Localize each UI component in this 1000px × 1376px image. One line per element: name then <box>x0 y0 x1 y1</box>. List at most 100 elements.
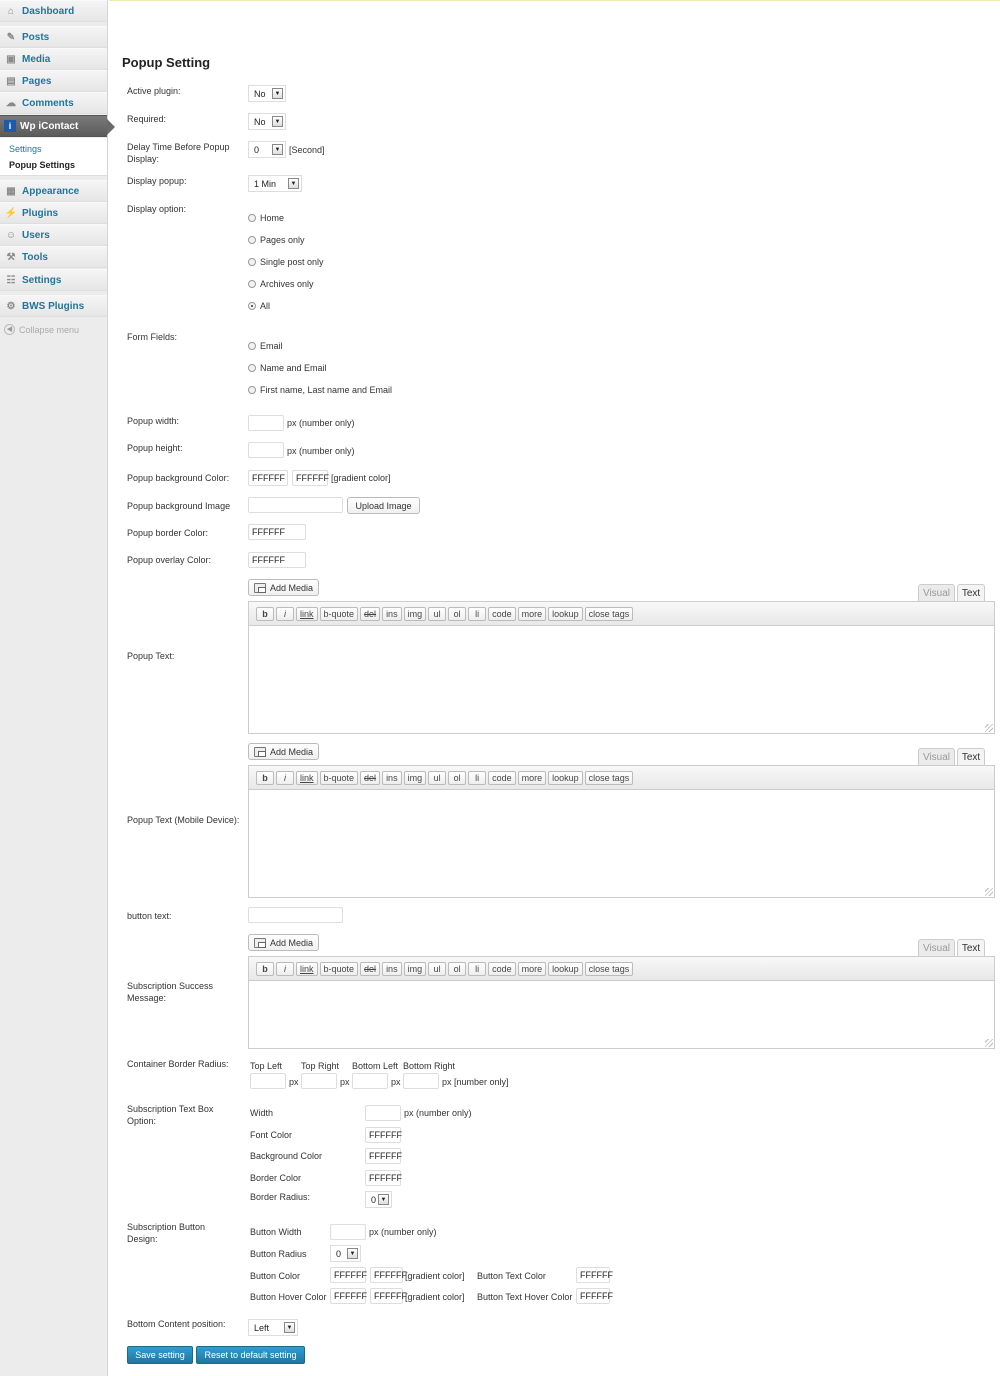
qt-bquote-button[interactable]: b-quote <box>319 770 359 785</box>
qt-bquote-button[interactable]: b-quote <box>319 606 359 621</box>
qt-more-button[interactable]: more <box>517 770 547 785</box>
qt-img-button[interactable]: img <box>403 606 427 621</box>
success-message-editor[interactable]: b i link b-quote del ins img ul ol li co… <box>248 956 995 1049</box>
button-color-input-1[interactable]: FFFFFF <box>330 1267 367 1283</box>
radio-name-and-email[interactable]: Name and Email <box>248 363 327 373</box>
collapse-menu[interactable]: ◀ Collapse menu <box>4 324 79 335</box>
upload-image-button[interactable]: Upload Image <box>347 497 420 514</box>
popup-height-input[interactable] <box>248 442 284 458</box>
border-color-input[interactable]: FFFFFF <box>248 524 306 540</box>
qt-li-button[interactable]: li <box>468 961 487 976</box>
resize-handle[interactable] <box>985 724 993 732</box>
textbox-width-input[interactable] <box>365 1105 401 1121</box>
button-text-input[interactable] <box>248 907 343 923</box>
add-media-button[interactable]: Add Media <box>248 934 319 951</box>
button-text-color-input[interactable]: FFFFFF <box>576 1267 613 1283</box>
qt-more-button[interactable]: more <box>517 961 547 976</box>
tab-visual[interactable]: Visual <box>918 584 955 601</box>
qt-link-button[interactable]: link <box>296 606 318 621</box>
sidebar-item-comments[interactable]: ☁ Comments <box>0 92 107 114</box>
sidebar-item-pages[interactable]: ▤ Pages <box>0 70 107 92</box>
add-media-button[interactable]: Add Media <box>248 743 319 760</box>
qt-ins-button[interactable]: ins <box>382 961 402 976</box>
qt-italic-button[interactable]: i <box>276 770 294 785</box>
qt-lookup-button[interactable]: lookup <box>548 606 583 621</box>
qt-ul-button[interactable]: ul <box>428 606 447 621</box>
save-setting-button[interactable]: Save setting <box>127 1346 193 1364</box>
tab-text[interactable]: Text <box>957 748 985 765</box>
button-width-input[interactable] <box>330 1224 366 1240</box>
sidebar-item-wp-icontact[interactable]: i Wp iContact <box>0 115 115 137</box>
qt-del-button[interactable]: del <box>360 770 381 785</box>
button-color-input-2[interactable]: FFFFFF <box>370 1267 407 1283</box>
button-hover-color-input-1[interactable]: FFFFFF <box>330 1288 367 1304</box>
reset-default-button[interactable]: Reset to default setting <box>196 1346 305 1364</box>
sidebar-item-settings[interactable]: ☷ Settings <box>0 269 107 291</box>
qt-bold-button[interactable]: b <box>256 961 274 976</box>
tab-visual[interactable]: Visual <box>918 748 955 765</box>
radio-all[interactable]: All <box>248 301 270 311</box>
radius-top-right-input[interactable] <box>301 1073 337 1089</box>
display-popup-select[interactable]: 1 Min ▼ <box>248 175 302 192</box>
tab-visual[interactable]: Visual <box>918 939 955 956</box>
qt-img-button[interactable]: img <box>403 770 427 785</box>
qt-del-button[interactable]: del <box>360 606 381 621</box>
textbox-border-color-input[interactable]: FFFFFF <box>365 1170 402 1186</box>
qt-italic-button[interactable]: i <box>276 961 294 976</box>
qt-ul-button[interactable]: ul <box>428 770 447 785</box>
qt-link-button[interactable]: link <box>296 961 318 976</box>
qt-italic-button[interactable]: i <box>276 606 294 621</box>
resize-handle[interactable] <box>985 888 993 896</box>
qt-ol-button[interactable]: ol <box>448 961 467 976</box>
submenu-popup-settings[interactable]: Popup Settings <box>0 157 107 173</box>
sidebar-item-plugins[interactable]: ⚡ Plugins <box>0 202 107 224</box>
required-select[interactable]: No ▼ <box>248 113 286 130</box>
radio-single-post-only[interactable]: Single post only <box>248 257 324 267</box>
textbox-font-color-input[interactable]: FFFFFF <box>365 1127 402 1143</box>
popup-width-input[interactable] <box>248 415 284 431</box>
qt-lookup-button[interactable]: lookup <box>548 961 583 976</box>
radio-home[interactable]: Home <box>248 213 284 223</box>
textbox-bg-color-input[interactable]: FFFFFF <box>365 1148 402 1164</box>
qt-bquote-button[interactable]: b-quote <box>319 961 359 976</box>
bg-color-input-1[interactable]: FFFFFF <box>248 470 288 486</box>
button-radius-select[interactable]: 0 ▼ <box>330 1245 361 1262</box>
qt-bold-button[interactable]: b <box>256 606 274 621</box>
textbox-border-radius-select[interactable]: 0 ▼ <box>365 1191 392 1208</box>
bottom-position-select[interactable]: Left ▼ <box>248 1319 298 1336</box>
qt-link-button[interactable]: link <box>296 770 318 785</box>
qt-lookup-button[interactable]: lookup <box>548 770 583 785</box>
sidebar-item-dashboard[interactable]: ⌂ Dashboard <box>0 0 107 22</box>
sidebar-item-media[interactable]: ▣ Media <box>0 48 107 70</box>
submenu-settings[interactable]: Settings <box>0 141 107 157</box>
radio-pages-only[interactable]: Pages only <box>248 235 305 245</box>
active-plugin-select[interactable]: No ▼ <box>248 85 286 102</box>
tab-text[interactable]: Text <box>957 584 985 601</box>
qt-code-button[interactable]: code <box>488 770 516 785</box>
qt-code-button[interactable]: code <box>488 606 516 621</box>
radius-bottom-left-input[interactable] <box>352 1073 388 1089</box>
sidebar-item-appearance[interactable]: ▦ Appearance <box>0 180 107 202</box>
add-media-button[interactable]: Add Media <box>248 579 319 596</box>
bg-image-input[interactable] <box>248 497 343 513</box>
qt-ol-button[interactable]: ol <box>448 606 467 621</box>
qt-close-tags-button[interactable]: close tags <box>584 961 634 976</box>
qt-close-tags-button[interactable]: close tags <box>584 606 634 621</box>
sidebar-item-bws-plugins[interactable]: ⚙ BWS Plugins <box>0 295 107 317</box>
qt-del-button[interactable]: del <box>360 961 381 976</box>
overlay-color-input[interactable]: FFFFFF <box>248 552 306 568</box>
resize-handle[interactable] <box>985 1039 993 1047</box>
delay-select[interactable]: 0 ▼ <box>248 141 286 158</box>
sidebar-item-posts[interactable]: ✎ Posts <box>0 26 107 48</box>
popup-text-mobile-editor[interactable]: b i link b-quote del ins img ul ol li co… <box>248 765 995 898</box>
qt-ins-button[interactable]: ins <box>382 606 402 621</box>
radius-top-left-input[interactable] <box>250 1073 286 1089</box>
tab-text[interactable]: Text <box>957 939 985 956</box>
radius-bottom-right-input[interactable] <box>403 1073 439 1089</box>
radio-email[interactable]: Email <box>248 341 283 351</box>
bg-color-input-2[interactable]: FFFFFF <box>292 470 329 486</box>
sidebar-item-users[interactable]: ☺ Users <box>0 224 107 246</box>
radio-archives-only[interactable]: Archives only <box>248 279 314 289</box>
sidebar-item-tools[interactable]: ⚒ Tools <box>0 246 107 268</box>
radio-full-name-and-email[interactable]: First name, Last name and Email <box>248 385 392 395</box>
